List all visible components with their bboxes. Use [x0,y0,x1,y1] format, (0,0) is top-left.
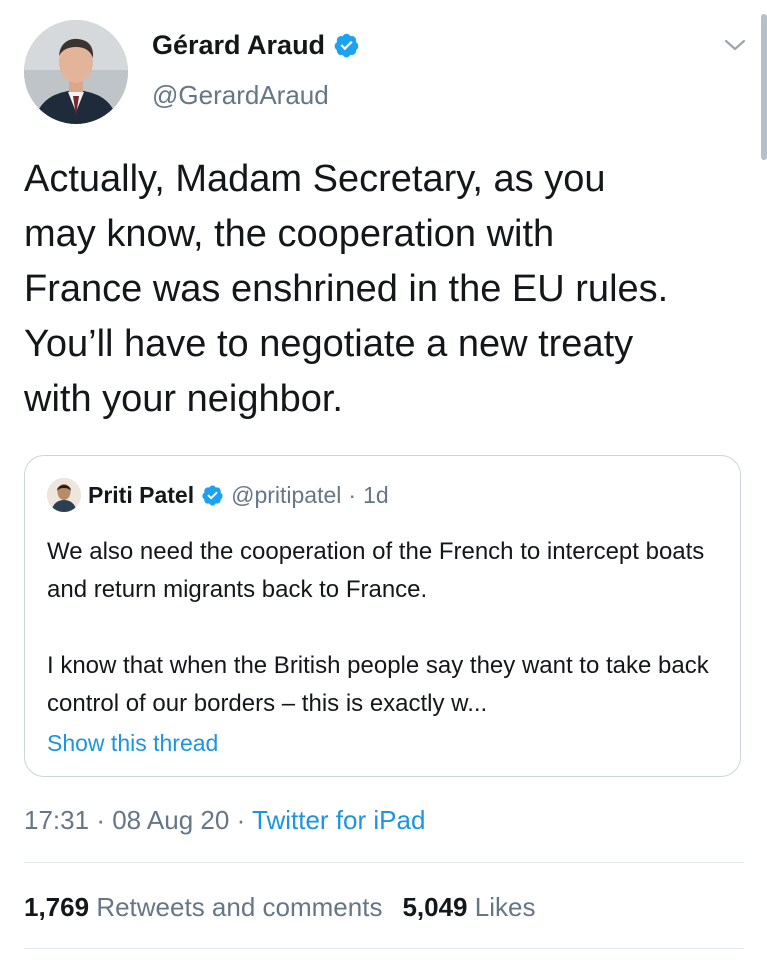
author-avatar-image [24,20,128,124]
timestamp-separator: · [236,805,246,835]
tweet-text: Actually, Madam Secretary, as you may kn… [24,158,669,420]
scrollbar-thumb[interactable] [761,14,767,160]
tweet-date[interactable]: 08 Aug 20 [112,805,229,835]
quoted-tweet-age[interactable]: 1d [363,482,389,509]
tweet-card: Gérard Araud @GerardAraud Actually, Mada… [0,0,767,960]
author-avatar[interactable] [24,20,128,124]
quoted-tweet-paragraph: We also need the cooperation of the Fren… [47,538,705,603]
quoted-tweet[interactable]: Priti Patel @pritipatel · 1d We also nee… [24,455,741,777]
tweet-stats-row: 1,769 Retweets and comments 5,049 Likes [24,892,535,923]
quoted-author-handle[interactable]: @pritipatel [231,482,341,509]
likes-stat[interactable]: 5,049 Likes [402,892,535,922]
quoted-meta-separator: · [348,481,357,508]
divider [24,862,744,863]
divider [24,948,744,949]
quoted-author-avatar-image [47,478,81,512]
quoted-author-name[interactable]: Priti Patel [88,482,194,509]
tweet-time[interactable]: 17:31 [24,805,89,835]
retweets-count: 1,769 [24,892,90,922]
quoted-tweet-paragraph: I know that when the British people say … [47,652,709,717]
quoted-verified-badge-icon [202,484,223,506]
quoted-tweet-header: Priti Patel @pritipatel · 1d [47,478,389,512]
show-thread-link[interactable]: Show this thread [47,730,218,757]
likes-count: 5,049 [402,892,468,922]
quoted-tweet-body: We also need the cooperation of the Fren… [47,533,727,723]
tweet-source-link[interactable]: Twitter for iPad [252,805,425,835]
verified-badge-icon [334,33,359,58]
author-display-name[interactable]: Gérard Araud [152,30,325,61]
retweets-label: Retweets and comments [96,892,383,922]
tweet-timestamp-row: 17:31 · 08 Aug 20 · Twitter for iPad [24,805,425,836]
timestamp-separator: · [96,805,105,835]
author-handle[interactable]: @GerardAraud [152,80,329,111]
author-name-row[interactable]: Gérard Araud [152,30,360,61]
retweets-stat[interactable]: 1,769 Retweets and comments [24,892,382,922]
chevron-down-icon[interactable] [723,36,747,54]
quoted-author-avatar[interactable] [47,478,81,512]
likes-label: Likes [474,892,536,922]
